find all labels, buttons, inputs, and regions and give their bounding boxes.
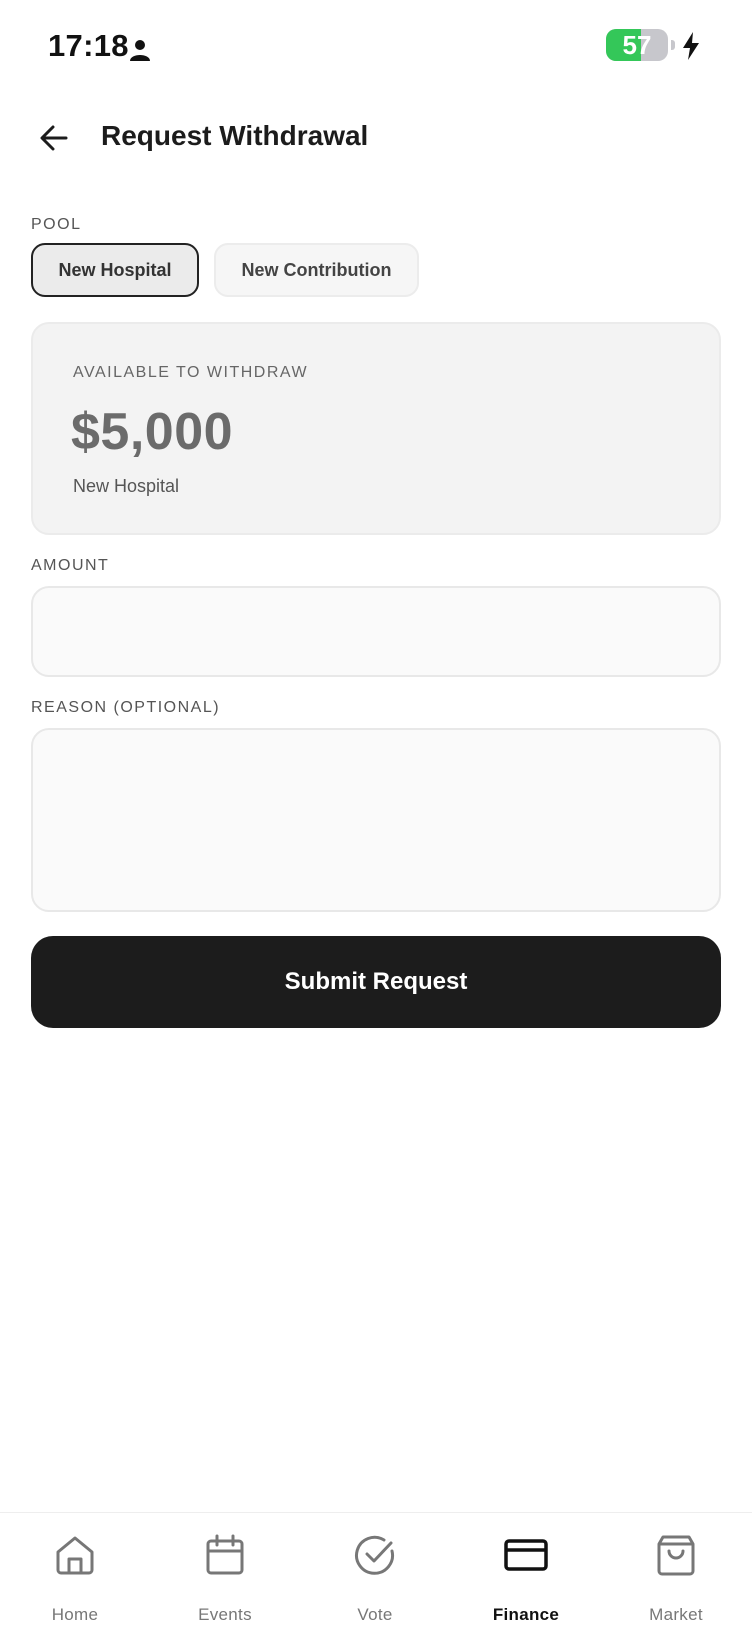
submit-request-button[interactable]: Submit Request	[31, 936, 721, 1028]
nav-label-market: Market	[649, 1605, 703, 1624]
check-circle-icon	[355, 1535, 394, 1575]
nav-item-market[interactable]: Market	[601, 1513, 751, 1630]
home-icon	[56, 1536, 94, 1575]
bottom-nav: Home Events Vote Finance Market	[0, 1512, 752, 1630]
battery-level: 57	[622, 30, 652, 60]
reason-label: REASON (OPTIONAL)	[31, 699, 221, 716]
nav-item-events[interactable]: Events	[150, 1513, 300, 1630]
reason-textarea[interactable]	[31, 728, 721, 912]
available-balance-card: AVAILABLE TO WITHDRAW $5,000 New Hospita…	[31, 322, 721, 535]
page-title: Request Withdrawal	[101, 120, 369, 151]
nav-label-finance: Finance	[492, 1605, 560, 1624]
amount-input[interactable]	[31, 586, 721, 677]
pool-label: POOL	[31, 216, 82, 233]
calendar-icon	[206, 1534, 244, 1575]
nav-item-vote[interactable]: Vote	[300, 1513, 450, 1630]
charging-bolt-icon	[683, 32, 699, 60]
pool-option-new-hospital[interactable]: New Hospital	[31, 243, 199, 297]
battery-indicator: 57	[606, 29, 668, 61]
available-amount: $5,000	[71, 403, 234, 461]
available-pool-name: New Hospital	[73, 476, 180, 496]
person-icon	[130, 40, 150, 61]
amount-label: AMOUNT	[31, 557, 110, 574]
pool-option-new-contribution[interactable]: New Contribution	[214, 243, 419, 297]
status-time: 17:18	[48, 28, 129, 63]
arrow-left-icon	[40, 125, 68, 151]
nav-item-home[interactable]: Home	[0, 1513, 150, 1630]
nav-item-finance[interactable]: Finance	[451, 1513, 601, 1630]
nav-label-vote: Vote	[357, 1605, 393, 1624]
card-icon	[504, 1539, 548, 1571]
available-label: AVAILABLE TO WITHDRAW	[73, 364, 309, 381]
back-button[interactable]	[32, 116, 76, 160]
nav-label-events: Events	[198, 1605, 252, 1624]
shopping-bag-icon	[657, 1535, 695, 1576]
nav-label-home: Home	[51, 1605, 99, 1624]
battery-cap	[671, 40, 675, 50]
